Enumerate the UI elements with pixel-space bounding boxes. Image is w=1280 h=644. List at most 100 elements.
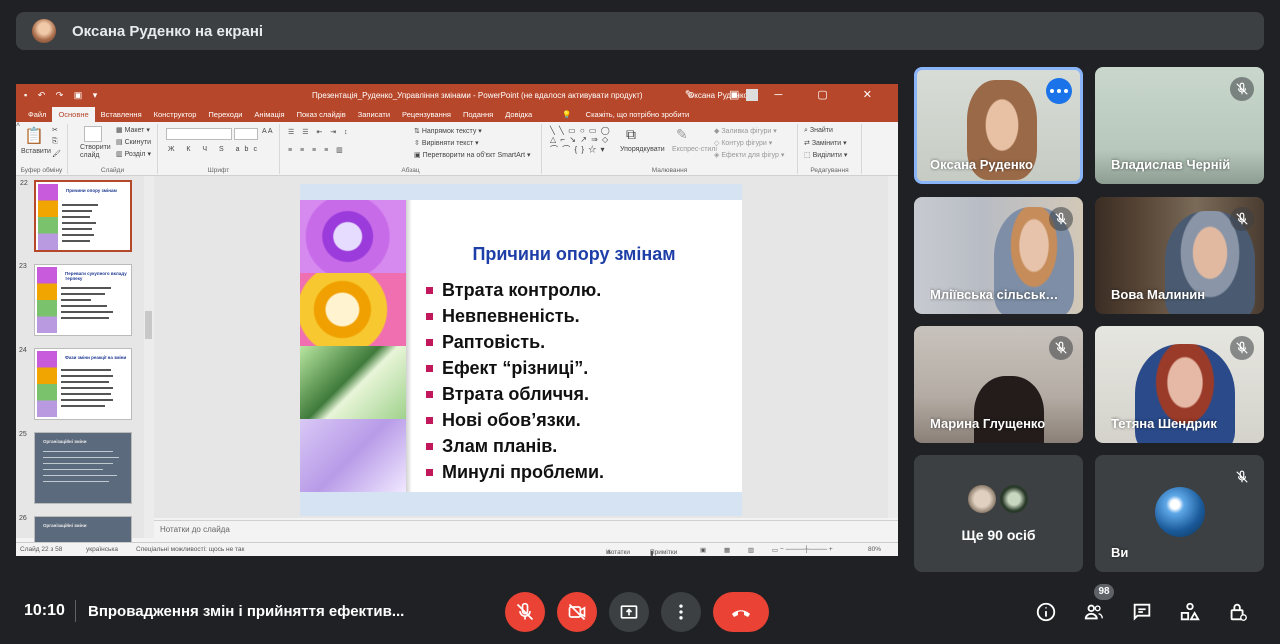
tab-record[interactable]: Записати — [352, 107, 396, 122]
select-button[interactable]: ⬚ Виділити ▾ — [804, 151, 847, 159]
find-button[interactable]: ⌕ Знайти — [804, 127, 833, 135]
list-buttons[interactable]: ☰ ☰ ⇤ ⇥ ↕ — [288, 128, 351, 136]
mic-toggle-button[interactable] — [505, 592, 545, 632]
accessibility-status[interactable]: Спеціальні можливості: щось не так — [136, 546, 244, 553]
present-screen-button[interactable] — [609, 592, 649, 632]
font-family-select[interactable] — [166, 128, 232, 140]
quick-styles-button[interactable]: Експрес-стилі — [672, 146, 717, 153]
thumbnail-slide-25[interactable]: 25 Організаційні зміни — [19, 431, 132, 504]
font-format-buttons[interactable]: Ж К Ч S abc — [168, 146, 262, 153]
grow-font-icon[interactable]: A A — [262, 128, 273, 135]
meeting-title[interactable]: Впровадження змін і прийняття ефектив... — [88, 603, 404, 620]
format-painter-icon[interactable]: 🖌 — [52, 150, 61, 158]
tab-animations[interactable]: Анімація — [248, 107, 290, 122]
view-buttons[interactable]: ▣ ▦ ▥ ▭ — [700, 546, 786, 554]
thumbnail-title: Організаційні зміни — [43, 523, 87, 528]
align-buttons[interactable]: ≡ ≡ ≡ ≡ ▥ — [288, 146, 346, 154]
tab-file[interactable]: Файл — [22, 107, 52, 122]
self-avatar — [1155, 487, 1205, 537]
paste-button[interactable]: Вставити — [21, 148, 51, 155]
new-slide-button[interactable]: Створити слайд — [80, 144, 111, 160]
text-direction-button[interactable]: ⇅ Напрямок тексту ▾ — [414, 127, 482, 135]
participant-video — [974, 376, 1044, 443]
tab-design[interactable]: Конструктор — [148, 107, 203, 122]
thumbnails-scrollbar[interactable] — [144, 176, 154, 538]
participant-tile[interactable]: Владислав Черній — [1095, 67, 1264, 184]
bullet-marker — [426, 339, 433, 346]
align-text-button[interactable]: ⇳ Вирівняти текст ▾ — [414, 139, 479, 147]
thumbnail-title: Причини опору змінам — [66, 188, 117, 193]
reset-button[interactable]: ▤ Скинути — [116, 138, 151, 146]
scrollbar-thumb[interactable] — [145, 311, 152, 339]
thumbnail-slide-22[interactable]: 22 Причини опору змінам — [20, 180, 132, 252]
thumbnail-slide-23[interactable]: 23 Переваги сукупного вкладу терпеку — [19, 263, 132, 336]
host-controls-button[interactable] — [1224, 598, 1252, 626]
editing-group: ⌕ Знайти ⇄ Замінити ▾ ⬚ Виділити ▾ Редаг… — [798, 124, 862, 174]
quick-access-toolbar[interactable]: ▪ ↶ ↷ ▣ ▾ — [24, 90, 101, 101]
leave-call-button[interactable] — [713, 592, 769, 632]
participant-name: Марина Глущенко — [930, 416, 1046, 431]
tell-me-search[interactable]: 💡 Скажіть, що потрібно зробити — [550, 107, 701, 122]
language-indicator[interactable]: українська — [86, 546, 118, 553]
thumbnail-title: Організаційні зміни — [43, 439, 87, 444]
arrange-icon[interactable]: ⧉ — [626, 126, 636, 143]
paste-icon[interactable]: 📋 — [24, 126, 44, 146]
zoom-slider[interactable]: − ────┼──── + — [780, 546, 833, 553]
copy-icon[interactable]: ⎘ — [52, 138, 58, 146]
participant-tile[interactable]: Мліївська сільськ… — [914, 197, 1083, 314]
more-participants-tile[interactable]: Ще 90 осіб — [914, 455, 1083, 572]
more-options-button[interactable] — [1046, 78, 1072, 104]
more-options-button[interactable] — [661, 592, 701, 632]
more-vert-icon — [679, 604, 683, 620]
current-slide[interactable]: Причини опору змінам Втрата контролю. Не… — [300, 184, 742, 516]
participant-tile[interactable]: Вова Малинин — [1095, 197, 1264, 314]
thumbnail-image — [37, 351, 57, 417]
font-size-select[interactable] — [234, 128, 258, 140]
shape-fill-button[interactable]: ◆ Заливка фігури ▾ — [714, 127, 777, 135]
zoom-level[interactable]: 80% — [868, 546, 881, 553]
layout-button[interactable]: ▦ Макет ▾ — [116, 126, 150, 134]
shared-screen[interactable]: ▪ ↶ ↷ ▣ ▾ Презентація_Руденко_Управління… — [16, 84, 898, 556]
participant-tile[interactable]: Оксана Руденко — [914, 67, 1083, 184]
self-tile[interactable]: Ви — [1095, 455, 1264, 572]
thumbnail-title: Переваги сукупного вкладу терпеку — [65, 271, 127, 281]
camera-toggle-button[interactable] — [557, 592, 597, 632]
participants-button[interactable] — [1080, 598, 1108, 626]
slide-scrollbar[interactable] — [888, 176, 898, 518]
avatar — [998, 483, 1030, 515]
window-controls[interactable]: ✎ ▣ ─ ▢ ✕ — [685, 88, 888, 101]
slide-bullet: Невпевненість. — [426, 306, 580, 327]
quick-styles-icon[interactable]: ✎ — [676, 126, 688, 143]
chat-button[interactable] — [1128, 598, 1156, 626]
tab-home[interactable]: Основне — [52, 107, 95, 122]
activities-button[interactable] — [1176, 598, 1204, 626]
slide-thumbnails-pane[interactable]: 22 Причини опору змінам 23 Переваги суку… — [16, 176, 154, 556]
editing-label: Редагування — [810, 167, 849, 174]
participant-tile[interactable]: Марина Глущенко — [914, 326, 1083, 443]
tab-slideshow[interactable]: Показ слайдів — [291, 107, 352, 122]
tab-review[interactable]: Рецензування — [396, 107, 457, 122]
slide-canvas[interactable]: Причини опору змінам Втрата контролю. Не… — [154, 176, 898, 518]
tab-help[interactable]: Довідка — [499, 107, 538, 122]
bullet-marker — [426, 417, 433, 424]
arrange-button[interactable]: Упорядкувати — [620, 146, 665, 153]
notes-pane[interactable]: Нотатки до слайда — [154, 520, 898, 540]
tab-transitions[interactable]: Переходи — [202, 107, 248, 122]
font-label: Шрифт — [207, 167, 230, 174]
section-button[interactable]: ▥ Розділ ▾ — [116, 150, 151, 158]
new-slide-icon[interactable] — [84, 126, 102, 142]
replace-button[interactable]: ⇄ Замінити ▾ — [804, 139, 847, 147]
tab-insert[interactable]: Вставлення — [95, 107, 148, 122]
meeting-info-button[interactable] — [1032, 598, 1060, 626]
tab-view[interactable]: Подання — [457, 107, 499, 122]
shapes-gallery[interactable]: ╲ ╲ ▭ ○ ▭ ◯ △ ⌐ ↘ ↗ ⇒ ◇ ⌒ ⌒ { } ☆ ▾ — [550, 126, 611, 155]
cut-icon[interactable]: ✂ — [52, 126, 58, 134]
paragraph-group: ☰ ☰ ⇤ ⇥ ↕ ≡ ≡ ≡ ≡ ▥ ⇅ Напрямок тексту ▾ … — [280, 124, 542, 174]
participant-tile[interactable]: Тетяна Шендрик — [1095, 326, 1264, 443]
smartart-button[interactable]: ▣ Перетворити на об'єкт SmartArt ▾ — [414, 151, 531, 159]
slides-group: Створити слайд ▦ Макет ▾ ▤ Скинути ▥ Роз… — [68, 124, 158, 174]
shape-outline-button[interactable]: ◇ Контур фігури ▾ — [714, 139, 772, 147]
shape-effects-button[interactable]: ◈ Ефекти для фігур ▾ — [714, 151, 784, 159]
participant-name: Вова Малинин — [1111, 287, 1206, 302]
thumbnail-slide-24[interactable]: 24 Фази зміни реакції на зміни — [19, 347, 132, 420]
